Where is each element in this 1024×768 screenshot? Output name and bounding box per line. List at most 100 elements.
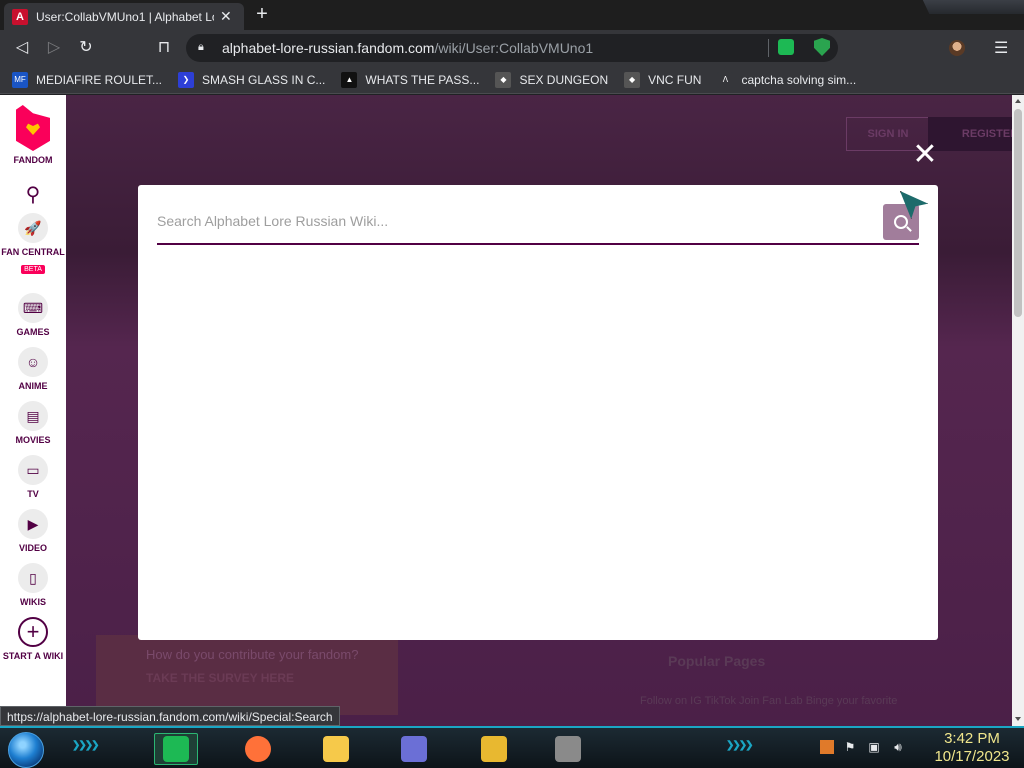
rail-item-label: VIDEO	[18, 543, 47, 553]
rail-item-label: TV	[27, 489, 39, 499]
taskbar: ❯❯❯❯ ❯❯❯❯ ⚑ ▣ 🔊︎ 3:42 PM 10/17/2023	[0, 726, 1024, 768]
mediafire-icon: MF	[12, 71, 28, 88]
rail-item-label: GAMES	[16, 327, 50, 337]
taskbar-button[interactable]	[154, 733, 198, 765]
rail-item-label: WIKIS	[20, 597, 46, 607]
rail-item-movies[interactable]: ▤ MOVIES	[0, 401, 66, 446]
book-icon: ▯	[18, 563, 48, 593]
bookmark-label: captcha solving sim...	[741, 72, 857, 87]
dark-box-icon: ▲	[341, 71, 358, 88]
a-logo-icon: Λ	[717, 71, 734, 88]
tray-app-icon[interactable]	[820, 740, 834, 754]
bookmark-item[interactable]: MF MEDIAFIRE ROULET...	[12, 71, 163, 88]
new-tab-button[interactable]: +	[252, 4, 272, 25]
taskbar-clock[interactable]: 3:42 PM 10/17/2023	[930, 730, 1014, 766]
address-bar[interactable]: 🔒︎ alphabet-lore-russian.fandom.com/wiki…	[186, 34, 838, 62]
register-button: REGISTER	[928, 117, 1024, 151]
menu-icon[interactable]: ☰	[994, 38, 1008, 58]
fandom-logo-icon	[16, 105, 50, 151]
status-bar-url: https://alphabet-lore-russian.fandom.com…	[0, 706, 340, 726]
back-arrow-icon[interactable]: ◁	[12, 38, 32, 58]
fandom-global-nav: FANDOM ⚲ 🚀 FAN CENTRAL BETA ⌨ GAMES ☺ ANIME ▤ MO…	[0, 95, 66, 726]
scroll-up-arrow-icon[interactable]	[1015, 99, 1021, 103]
tab-close-icon[interactable]: ✕	[220, 8, 232, 25]
cube-icon: ◆	[495, 71, 512, 88]
rail-item-wikis[interactable]: ▯ WIKIS	[0, 563, 66, 608]
tv-icon: ▭	[18, 455, 48, 485]
bookmark-item[interactable]: ◆ VNC FUN	[624, 71, 701, 88]
bookmark-label: MEDIAFIRE ROULET...	[36, 72, 163, 87]
rail-item-video[interactable]: ▶ VIDEO	[0, 509, 66, 554]
social-footer: Follow on IG TikTok Join Fan Lab Binge y…	[640, 695, 898, 707]
taskbar-button[interactable]	[236, 733, 280, 765]
rail-item-games[interactable]: ⌨ GAMES	[0, 293, 66, 338]
rail-item-tv[interactable]: ▭ TV	[0, 455, 66, 500]
rail-item-label: FAN CENTRAL	[1, 247, 65, 257]
lock-icon: 🔒︎	[198, 41, 204, 53]
taskbar-button[interactable]	[314, 733, 358, 765]
cube-icon: ◆	[624, 71, 641, 88]
extension-separator	[768, 39, 769, 57]
start-button[interactable]	[8, 732, 44, 768]
rail-item-label: ANIME	[18, 381, 48, 391]
rail-item-anime[interactable]: ☺ ANIME	[0, 347, 66, 392]
popular-pages-heading: Popular Pages	[668, 653, 766, 669]
page-scrollbar[interactable]	[1012, 95, 1024, 726]
modal-close-icon[interactable]: ✕	[912, 140, 938, 170]
reload-icon[interactable]: ↻	[76, 38, 96, 58]
taskbar-decoration: ❯❯❯❯	[726, 740, 753, 751]
taskbar-button[interactable]	[392, 733, 436, 765]
clock-time: 3:42 PM	[944, 730, 1000, 747]
rail-item-fan-central[interactable]: 🚀 FAN CENTRAL BETA	[0, 213, 66, 276]
survey-question: How do you contribute your fandom?	[146, 647, 359, 662]
browser-tab[interactable]: A User:CollabVMUno1 | Alphabet Lo ✕	[4, 3, 244, 30]
taskbar-button[interactable]	[472, 733, 516, 765]
tab-title: User:CollabVMUno1 | Alphabet Lo	[36, 9, 214, 24]
taskbar-decoration: ❯❯❯❯	[72, 740, 99, 751]
survey-link: TAKE THE SURVEY HERE	[146, 671, 295, 685]
notes-extension-icon[interactable]	[778, 39, 794, 55]
taskbar-button[interactable]	[546, 733, 590, 765]
rocket-icon: 🚀	[18, 213, 48, 243]
fandom-logo-label: FANDOM	[13, 155, 53, 165]
sword-app-icon	[555, 736, 581, 762]
rail-item-start-a-wiki[interactable]: + START A WIKI	[0, 617, 66, 662]
magnifier-icon	[894, 215, 908, 229]
chevron-icon: ❯	[178, 71, 195, 88]
profile-avatar[interactable]	[949, 40, 965, 56]
bookmark-item[interactable]: ◆ SEX DUNGEON	[495, 71, 608, 88]
bookmark-item[interactable]: ▲ WHATS THE PASS...	[341, 71, 480, 88]
url-path: /wiki/User:CollabVMUno1	[434, 40, 594, 56]
anime-face-icon: ☺	[18, 347, 48, 377]
network-icon[interactable]: ▣	[866, 739, 882, 755]
search-field-wrapper	[157, 203, 919, 245]
forward-arrow-icon[interactable]: ▷	[44, 38, 64, 58]
rail-item-label: MOVIES	[15, 435, 51, 445]
clock-date: 10/17/2023	[934, 748, 1010, 765]
url-domain: alphabet-lore-russian.fandom.com	[222, 40, 435, 56]
system-tray: ⚑ ▣ 🔊︎	[820, 739, 914, 755]
search-modal	[138, 185, 938, 640]
url-text: alphabet-lore-russian.fandom.com/wiki/Us…	[222, 40, 593, 56]
heart-icon	[26, 123, 40, 135]
bookmark-item[interactable]: Λcaptcha solving sim...	[717, 71, 857, 88]
flag-icon[interactable]: ⚑	[842, 739, 858, 755]
search-input[interactable]	[157, 209, 877, 233]
bookmark-icon[interactable]: ⊓	[154, 38, 174, 58]
bookmark-label: WHATS THE PASS...	[365, 72, 480, 87]
notes-app-icon	[163, 736, 189, 762]
fandom-logo-link[interactable]: FANDOM	[0, 105, 66, 166]
clapper-icon: ▤	[18, 401, 48, 431]
firefox-icon	[245, 736, 271, 762]
plus-circle-icon: +	[18, 617, 48, 647]
bookmark-item[interactable]: ❯ SMASH GLASS IN C...	[178, 71, 325, 88]
search-rail-button[interactable]: ⚲	[0, 179, 66, 209]
bee-app-icon	[481, 736, 507, 762]
scroll-thumb[interactable]	[1014, 109, 1022, 317]
play-icon: ▶	[18, 509, 48, 539]
id-card-app-icon	[401, 736, 427, 762]
scroll-down-arrow-icon[interactable]	[1015, 717, 1021, 721]
tab-strip: A User:CollabVMUno1 | Alphabet Lo ✕ +	[0, 0, 1024, 30]
browser-toolbar: ◁ ▷ ↻ ⊓ 🔒︎ alphabet-lore-russian.fandom.…	[0, 30, 1024, 66]
volume-icon[interactable]: 🔊︎	[890, 739, 906, 755]
